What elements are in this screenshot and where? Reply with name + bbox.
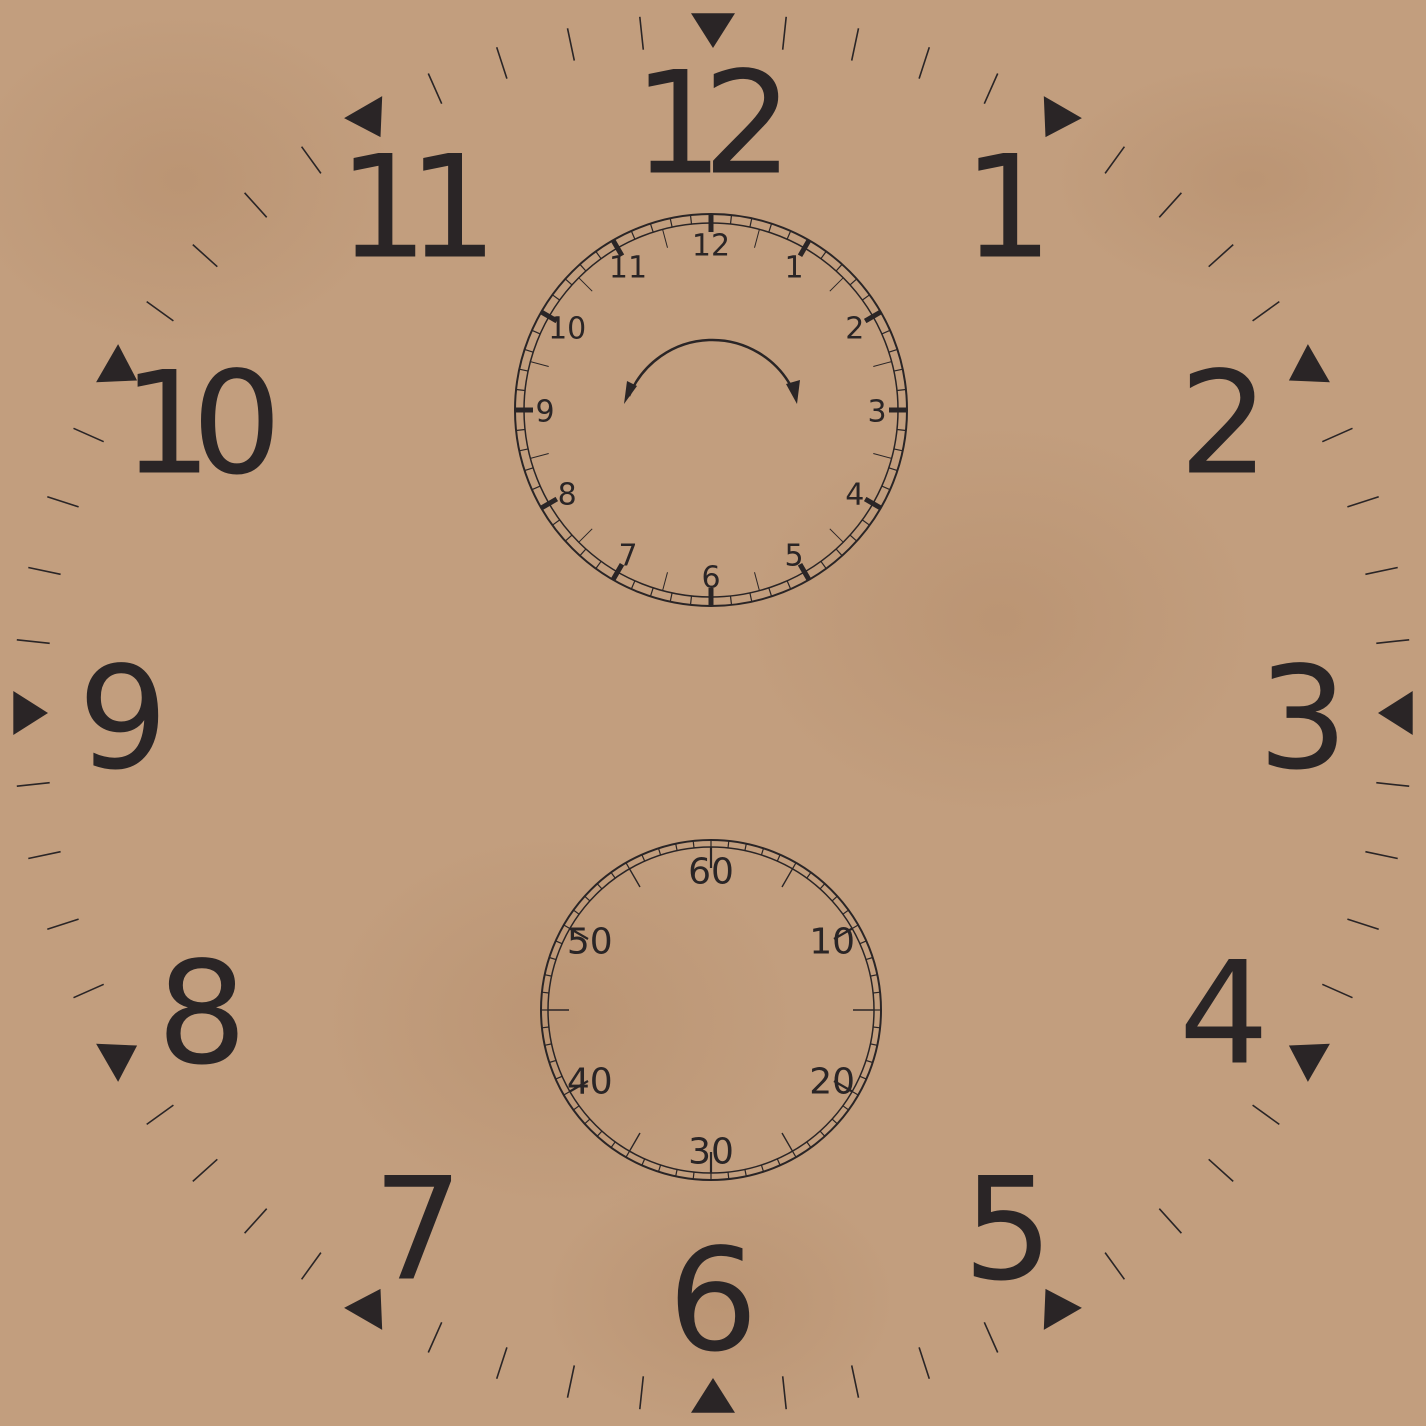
bottom-second-tick xyxy=(727,1172,730,1180)
top-numeral-9: 9 xyxy=(535,395,554,430)
top-numeral-4: 4 xyxy=(845,478,864,513)
main-numeral-12: 12 xyxy=(633,42,793,207)
top-numeral-3: 3 xyxy=(867,395,886,430)
main-numeral-9: 9 xyxy=(78,637,168,802)
watch-dial: 12 1 2 3 4 5 6 7 8 9 10 11 12 1 2 3 4 5 … xyxy=(0,0,1426,1426)
top-numeral-8: 8 xyxy=(558,478,577,513)
bottom-numeral-50: 50 xyxy=(567,922,613,963)
main-numeral-6: 6 xyxy=(668,1219,758,1384)
top-numeral-12: 12 xyxy=(692,229,730,264)
bottom-second-tick xyxy=(873,1026,881,1029)
bottom-second-tick xyxy=(727,840,730,848)
top-numeral-5: 5 xyxy=(784,538,803,573)
main-numeral-5: 5 xyxy=(963,1148,1053,1313)
top-numeral-1: 1 xyxy=(784,251,803,286)
bottom-numeral-30: 30 xyxy=(688,1132,734,1173)
top-numeral-6: 6 xyxy=(701,561,720,596)
main-numeral-2: 2 xyxy=(1179,342,1269,507)
top-numeral-7: 7 xyxy=(618,538,637,573)
main-numeral-1: 1 xyxy=(963,126,1053,291)
bottom-second-tick xyxy=(541,1026,549,1029)
bottom-second-tick xyxy=(873,991,881,994)
bottom-second-tick xyxy=(541,991,549,994)
bottom-second-tick xyxy=(692,840,695,848)
bottom-numeral-20: 20 xyxy=(809,1062,855,1103)
main-numeral-3: 3 xyxy=(1258,637,1348,802)
bottom-numeral-40: 40 xyxy=(567,1062,613,1103)
main-numeral-8: 8 xyxy=(157,932,247,1097)
top-numeral-10: 10 xyxy=(548,312,586,347)
bottom-second-tick xyxy=(692,1172,695,1180)
bottom-numeral-10: 10 xyxy=(809,922,855,963)
top-numeral-11: 11 xyxy=(609,251,647,286)
main-numeral-7: 7 xyxy=(373,1148,463,1313)
main-numeral-11: 11 xyxy=(338,126,498,291)
bottom-numeral-60: 60 xyxy=(688,852,734,893)
main-numeral-10: 10 xyxy=(122,342,282,507)
main-numeral-4: 4 xyxy=(1179,932,1269,1097)
top-numeral-2: 2 xyxy=(845,312,864,347)
